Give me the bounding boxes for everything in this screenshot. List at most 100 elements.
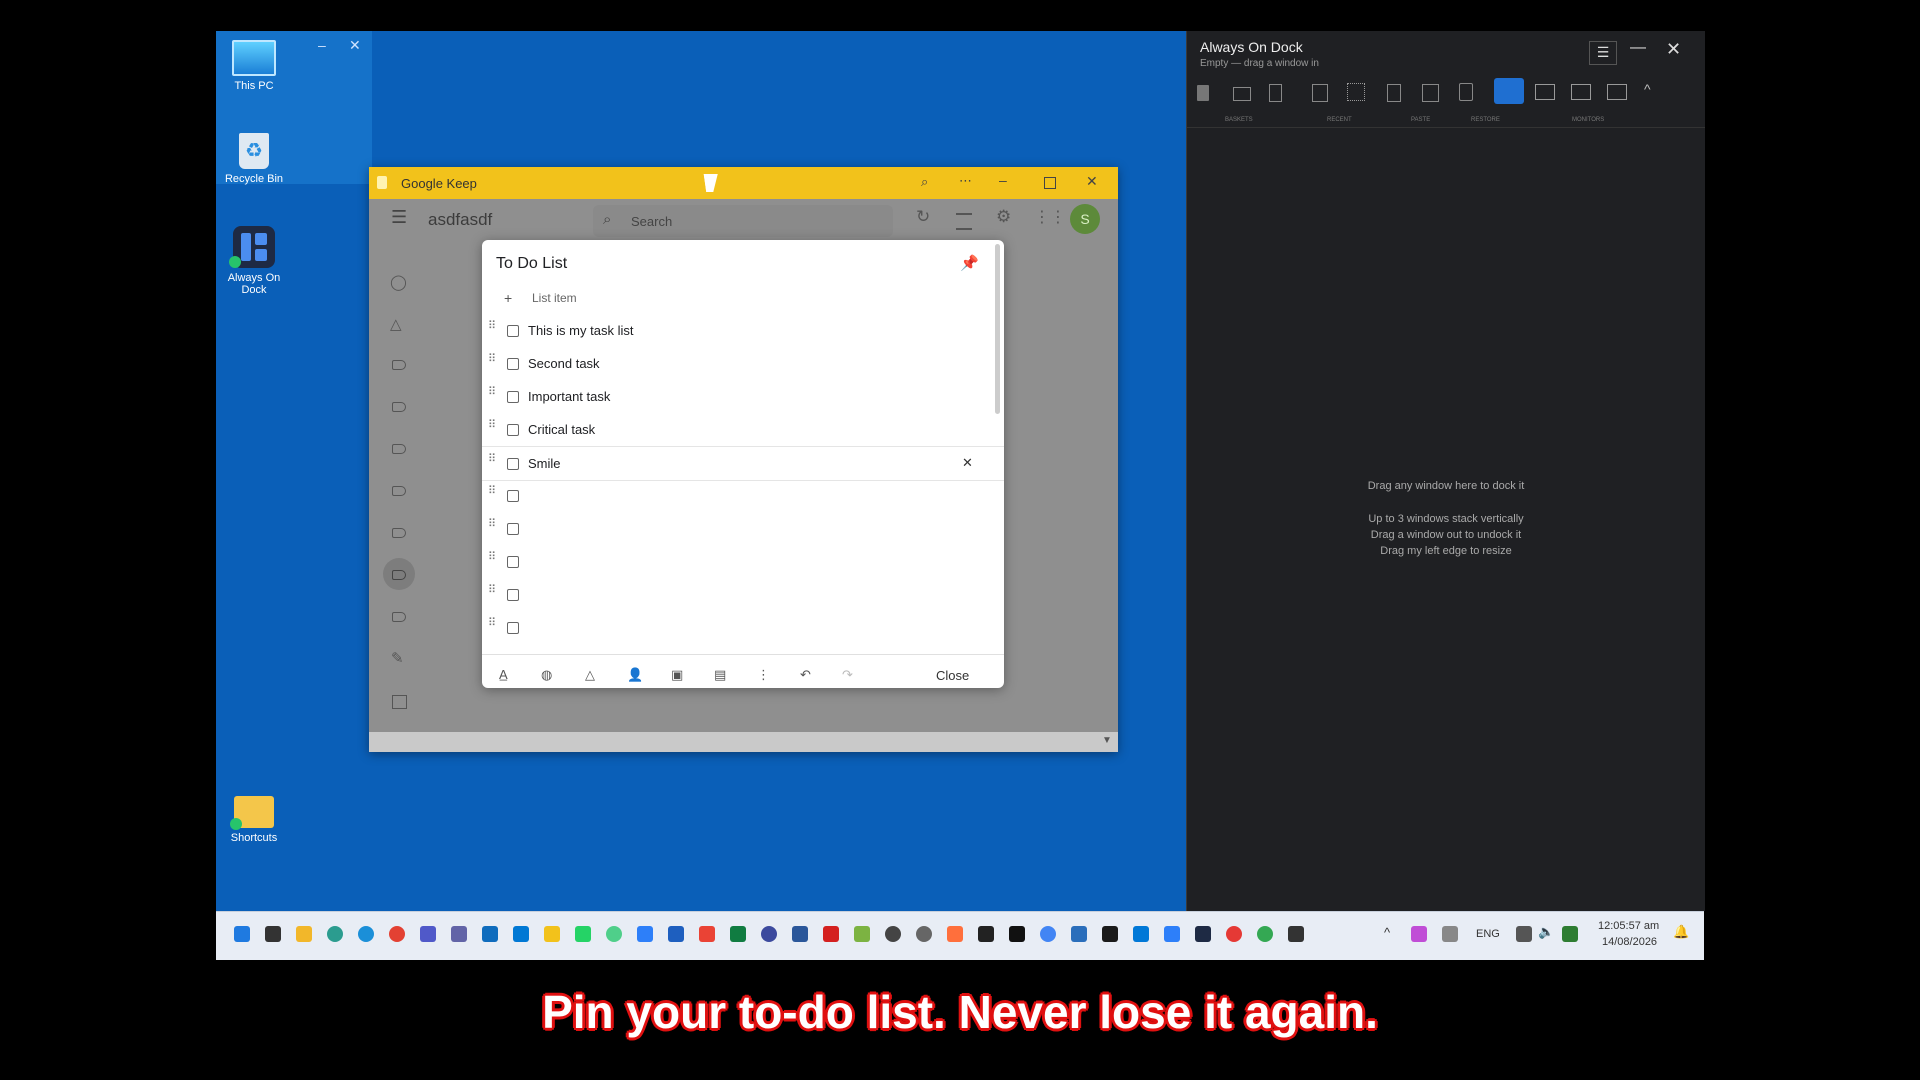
redo-icon[interactable]: ↷	[842, 667, 853, 683]
app-icon[interactable]	[668, 926, 684, 942]
app-icon[interactable]	[637, 926, 653, 942]
list-item[interactable]: ⠿	[482, 479, 1004, 512]
add-list-item[interactable]: + List item	[482, 284, 1004, 314]
monitor-active-icon[interactable]	[1494, 78, 1524, 104]
app-icon[interactable]	[730, 926, 746, 942]
palette-icon[interactable]: ◍	[541, 667, 552, 683]
list-item[interactable]: ⠿	[482, 578, 1004, 611]
list-item[interactable]: ⠿ Critical task	[482, 413, 1004, 446]
clipboard-icon[interactable]	[1387, 84, 1401, 102]
battery-icon[interactable]	[1562, 926, 1578, 942]
clock-time[interactable]: 12:05:57 am	[1598, 920, 1659, 932]
label-icon[interactable]	[392, 570, 406, 580]
label-icon[interactable]	[392, 444, 406, 454]
list-item[interactable]: ⠿ Important task	[482, 380, 1004, 413]
zoom-icon[interactable]: ⌕	[921, 174, 928, 190]
app-icon[interactable]	[1226, 926, 1242, 942]
note-title[interactable]: To Do List	[496, 255, 567, 273]
notes-bulb-icon[interactable]: ◯	[390, 273, 407, 291]
checkbox[interactable]	[507, 589, 519, 601]
close-icon[interactable]: ✕	[1086, 173, 1098, 190]
chevron-up-icon[interactable]: ^	[1384, 925, 1390, 940]
checkbox[interactable]	[507, 490, 519, 502]
whatsapp-icon[interactable]	[606, 926, 622, 942]
archive-icon[interactable]	[392, 695, 407, 709]
minimize-icon[interactable]: –	[999, 172, 1007, 188]
checkbox[interactable]	[507, 358, 519, 370]
app-icon[interactable]	[978, 926, 994, 942]
pin-icon[interactable]: 📌	[960, 254, 979, 272]
minimize-icon[interactable]: —	[1630, 39, 1646, 57]
menu-icon[interactable]: ☰	[1589, 41, 1617, 65]
image-paste-icon[interactable]	[1422, 84, 1439, 102]
close-icon[interactable]: ✕	[349, 37, 361, 54]
close-icon[interactable]: ✕	[1666, 39, 1681, 60]
drag-handle-icon[interactable]: ⠿	[488, 354, 498, 370]
label-icon[interactable]	[392, 612, 406, 622]
apps-grid-icon[interactable]: ⋮⋮	[1034, 207, 1066, 227]
teams-icon[interactable]	[420, 926, 436, 942]
acrobat-icon[interactable]	[823, 926, 839, 942]
label-icon[interactable]	[392, 402, 406, 412]
label-icon[interactable]	[392, 486, 406, 496]
edit-labels-pencil-icon[interactable]: ✎	[391, 649, 404, 667]
more-icon[interactable]: ⋯	[959, 173, 972, 189]
app-icon[interactable]	[1071, 926, 1087, 942]
outlook-icon[interactable]	[482, 926, 498, 942]
folder-icon[interactable]	[1233, 87, 1251, 101]
app-icon[interactable]	[761, 926, 777, 942]
maximize-icon[interactable]	[1044, 177, 1056, 189]
drag-handle-icon[interactable]: ⠿	[488, 585, 498, 601]
list-item[interactable]: ⠿	[482, 512, 1004, 545]
label-icon[interactable]	[392, 360, 406, 370]
list-item[interactable]: ⠿ This is my task list	[482, 314, 1004, 347]
avatar[interactable]: S	[1070, 204, 1100, 234]
google-keep-taskbar-icon[interactable]	[544, 926, 560, 942]
desktop-icon-recycle-bin[interactable]: ♻ Recycle Bin	[218, 133, 290, 185]
clock-date[interactable]: 14/08/2026	[1602, 936, 1657, 948]
restore-icon[interactable]	[1459, 83, 1473, 101]
basket-icon[interactable]	[1197, 85, 1209, 101]
app-icon[interactable]	[1102, 926, 1118, 942]
whatsapp-icon[interactable]	[575, 926, 591, 942]
drag-handle-icon[interactable]: ⠿	[488, 454, 498, 470]
outlook-icon[interactable]	[513, 926, 529, 942]
app-icon[interactable]	[947, 926, 963, 942]
list-item[interactable]: ⠿	[482, 545, 1004, 578]
language-indicator[interactable]: ENG	[1476, 928, 1500, 940]
list-item[interactable]: ⠿ Second task	[482, 347, 1004, 380]
archive-icon[interactable]: ▤	[714, 667, 726, 683]
list-item-text[interactable]: This is my task list	[528, 323, 633, 338]
taskview-icon[interactable]	[265, 926, 281, 942]
checkbox[interactable]	[507, 556, 519, 568]
chrome-icon[interactable]	[1257, 926, 1273, 942]
settings-icon[interactable]: ⚙	[996, 207, 1011, 227]
scroll-down-icon[interactable]: ▼	[1102, 735, 1112, 746]
drag-handle-icon[interactable]: ⠿	[488, 618, 498, 634]
always-on-dock-taskbar-icon[interactable]	[1195, 926, 1211, 942]
refresh-icon[interactable]: ↻	[916, 207, 930, 227]
list-item-text[interactable]: Second task	[528, 356, 600, 371]
list-item[interactable]: ⠿	[482, 611, 1004, 644]
chrome-icon[interactable]	[1040, 926, 1056, 942]
list-view-icon[interactable]	[956, 213, 972, 230]
monitor-split-icon[interactable]	[1607, 84, 1627, 100]
drag-handle-icon[interactable]: ⠿	[488, 387, 498, 403]
teams-icon[interactable]	[451, 926, 467, 942]
grid-icon[interactable]	[1347, 83, 1365, 101]
delete-item-icon[interactable]: ✕	[962, 455, 973, 471]
checkbox[interactable]	[507, 523, 519, 535]
checkbox[interactable]	[507, 391, 519, 403]
checkbox[interactable]	[507, 424, 519, 436]
main-menu-icon[interactable]: ☰	[391, 207, 407, 228]
keyboard-icon[interactable]	[1442, 926, 1458, 942]
reminders-bell-icon[interactable]: △	[390, 315, 402, 333]
more-vert-icon[interactable]: ⋮	[757, 667, 770, 683]
recent-icon[interactable]	[1312, 84, 1328, 102]
app-icon[interactable]	[1288, 926, 1304, 942]
notification-bell-icon[interactable]: 🔔	[1673, 924, 1689, 940]
drag-handle-icon[interactable]: ⠿	[488, 486, 498, 502]
edge-icon[interactable]	[327, 926, 343, 942]
checkbox[interactable]	[507, 325, 519, 337]
list-item-text[interactable]: Important task	[528, 389, 610, 404]
